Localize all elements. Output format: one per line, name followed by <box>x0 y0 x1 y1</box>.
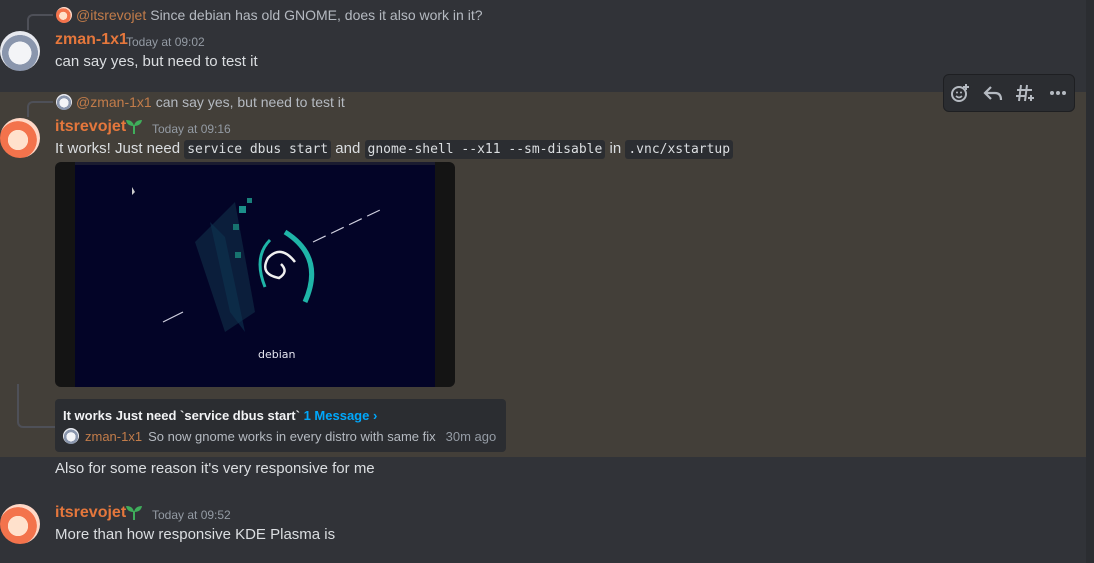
thread-last-text: So now gnome works in every distro with … <box>148 428 436 444</box>
thread-spine <box>17 384 56 428</box>
sprout-icon[interactable] <box>123 117 145 135</box>
reply-preview[interactable]: @itsrevojet Since debian has old GNOME, … <box>56 7 483 23</box>
message-toolbar <box>943 74 1075 112</box>
timestamp: Today at 09:52 <box>152 508 231 522</box>
thread-title[interactable]: It works Just need `service dbus start` … <box>63 408 377 423</box>
thread-last-message[interactable]: zman-1x1 So now gnome works in every dis… <box>63 428 496 444</box>
reply-mention[interactable]: @zman-1x1 <box>76 94 152 110</box>
debian-wallpaper <box>75 162 435 332</box>
sprout-icon[interactable] <box>123 503 145 521</box>
scrollbar[interactable] <box>1086 0 1094 563</box>
create-thread-icon[interactable] <box>1011 79 1039 107</box>
message-text: can say yes, but need to test it <box>55 53 258 70</box>
username[interactable]: itsrevojet <box>55 504 126 522</box>
thread-last-author[interactable]: zman-1x1 <box>85 429 142 444</box>
image-attachment[interactable]: debian <box>55 162 455 387</box>
reply-icon[interactable] <box>979 79 1007 107</box>
reply-avatar <box>56 94 72 110</box>
reply-text: Since debian has old GNOME, does it also… <box>150 7 483 23</box>
reply-preview[interactable]: @zman-1x1 can say yes, but need to test … <box>56 94 345 110</box>
message-text-part: and <box>335 140 361 157</box>
inline-code: gnome-shell --x11 --sm-disable <box>364 140 606 159</box>
thread-message-count[interactable]: 1 Message › <box>304 408 378 423</box>
message-text: It works! Just need service dbus start a… <box>55 140 734 159</box>
avatar[interactable] <box>0 504 40 544</box>
debian-desktop-screenshot: debian <box>75 162 435 387</box>
message-text: Also for some reason it's very responsiv… <box>55 460 375 477</box>
thread-avatar <box>63 428 79 444</box>
add-reaction-icon[interactable] <box>946 79 974 107</box>
inline-code: .vnc/xstartup <box>625 140 734 159</box>
reply-text: can say yes, but need to test it <box>155 94 345 110</box>
debian-wordmark: debian <box>258 348 296 361</box>
avatar[interactable] <box>0 118 40 158</box>
message-text: More than how responsive KDE Plasma is <box>55 526 336 543</box>
inline-code: service dbus start <box>184 140 332 159</box>
thread-name[interactable]: It works Just need `service dbus start` <box>63 408 300 423</box>
timestamp: Today at 09:16 <box>152 122 231 136</box>
reply-mention[interactable]: @itsrevojet <box>76 7 146 23</box>
thread-time-ago: 30m ago <box>445 428 497 444</box>
message-text-part: It works! Just need <box>55 140 181 157</box>
timestamp: Today at 09:02 <box>126 35 205 49</box>
thread-preview[interactable]: It works Just need `service dbus start` … <box>55 399 506 452</box>
username[interactable]: itsrevojet <box>55 118 126 136</box>
reply-avatar <box>56 7 72 23</box>
avatar[interactable] <box>0 31 40 71</box>
more-options-icon[interactable] <box>1044 79 1072 107</box>
username[interactable]: zman-1x1 <box>55 31 128 49</box>
reply-spine <box>27 14 53 30</box>
message-text-part: in <box>609 140 622 157</box>
reply-spine <box>27 101 53 117</box>
